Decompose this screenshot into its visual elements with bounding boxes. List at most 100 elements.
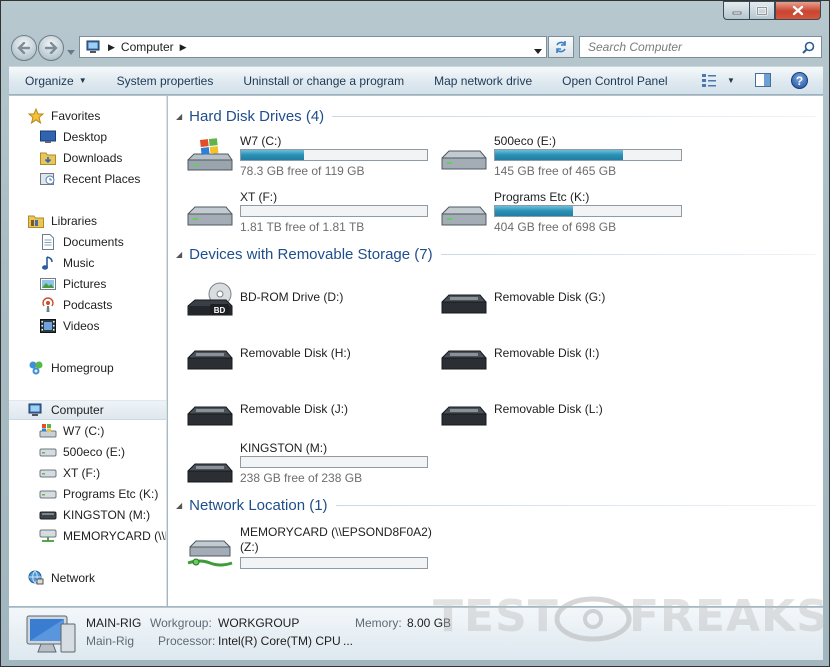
organize-menu[interactable]: Organize ▼ (17, 74, 95, 88)
nav-label: Libraries (51, 214, 98, 228)
nav-podcasts[interactable]: Podcasts (9, 295, 166, 315)
drive-tile-m[interactable]: KINGSTON (M:) 238 GB free of 238 GB (186, 441, 436, 493)
drive-tile-f[interactable]: XT (F:) 1.81 TB free of 1.81 TB (186, 190, 436, 242)
refresh-button[interactable] (548, 36, 574, 58)
drive-name: Removable Disk (I:) (494, 346, 600, 360)
chevron-down-icon (67, 50, 75, 55)
close-button[interactable] (775, 1, 821, 20)
removable-drive-icon (441, 294, 487, 314)
search-icon[interactable] (802, 41, 815, 54)
drive-tile-l[interactable]: Removable Disk (L:) (440, 390, 690, 442)
homegroup-icon (27, 360, 45, 376)
drive-name: Programs Etc (K:) (494, 190, 590, 204)
collapse-triangle-icon[interactable]: ◢ (176, 501, 182, 510)
group-title: Hard Disk Drives (4) (189, 107, 325, 125)
map-network-drive-button[interactable]: Map network drive (426, 74, 540, 88)
collapse-triangle-icon[interactable]: ◢ (176, 112, 182, 121)
search-box[interactable] (579, 36, 822, 58)
nav-network[interactable]: Network (9, 568, 166, 588)
nav-drive-f[interactable]: XT (F:) (9, 463, 166, 483)
nav-libraries[interactable]: Libraries (9, 211, 166, 231)
drive-tile-g[interactable]: Removable Disk (G:) (440, 278, 690, 330)
change-view-button[interactable]: ▼ (701, 73, 735, 87)
address-bar[interactable]: ▶ Computer ▶ (79, 36, 547, 58)
processor-value: Intel(R) Core(TM) CPU (218, 634, 341, 648)
drive-usage-fill (495, 206, 574, 216)
forward-button[interactable] (38, 35, 64, 61)
forward-arrow-icon (44, 42, 58, 54)
group-header-hdd[interactable]: ◢ Hard Disk Drives (4) (176, 106, 816, 126)
nav-pictures[interactable]: Pictures (9, 274, 166, 294)
preview-pane-button[interactable] (755, 73, 771, 90)
system-properties-button[interactable]: System properties (109, 74, 222, 88)
nav-music[interactable]: Music (9, 253, 166, 273)
address-history-dropdown[interactable] (534, 43, 542, 57)
breadcrumb-separator[interactable]: ▶ (180, 42, 187, 53)
maximize-button[interactable] (749, 1, 775, 20)
star-icon (27, 108, 45, 124)
drive-tile-j[interactable]: Removable Disk (J:) (186, 390, 436, 442)
drive-tile-h[interactable]: Removable Disk (H:) (186, 334, 436, 386)
drive-name-line2: (Z:) (240, 540, 259, 554)
memory-label: Memory: (355, 616, 402, 630)
nav-network-drive-z[interactable]: MEMORYCARD (\\E (9, 526, 166, 546)
memory-value: 8.00 GB (407, 616, 452, 630)
drive-tile-i[interactable]: Removable Disk (I:) (440, 334, 690, 386)
organize-label: Organize (25, 73, 74, 88)
drive-name: MEMORYCARD (\\EPSOND8F0A2) (240, 525, 432, 539)
drive-tile-c[interactable]: W7 (C:) 78.3 GB free of 119 GB (186, 134, 436, 186)
drive-usage-bar (494, 205, 682, 217)
back-button[interactable] (11, 35, 37, 61)
nav-label: Podcasts (63, 298, 113, 312)
recent-pages-dropdown[interactable] (67, 44, 75, 58)
nav-drive-c[interactable]: W7 (C:) (9, 421, 166, 441)
breadcrumb-computer[interactable]: Computer (121, 40, 174, 54)
drive-tile-z[interactable]: MEMORYCARD (\\EPSOND8F0A2) (Z:) (186, 525, 436, 577)
drive-tile-k[interactable]: Programs Etc (K:) 404 GB free of 698 GB (440, 190, 690, 242)
bd-rom-drive-icon: BD (187, 282, 233, 316)
caption-buttons (723, 1, 821, 20)
removable-drive-icon (441, 350, 487, 370)
minimize-button[interactable] (723, 1, 749, 20)
drive-free-space: 238 GB free of 238 GB (240, 471, 363, 485)
nav-videos[interactable]: Videos (9, 316, 166, 336)
drive-name: W7 (C:) (240, 134, 282, 148)
computer-icon (86, 40, 100, 53)
more-ellipsis[interactable]: ... (343, 634, 353, 648)
nav-computer[interactable]: Computer (9, 400, 166, 420)
nav-recent-places[interactable]: Recent Places (9, 169, 166, 189)
computer-name: MAIN-RIG (86, 616, 142, 630)
nav-homegroup[interactable]: Homegroup (9, 358, 166, 378)
nav-desktop[interactable]: Desktop (9, 127, 166, 147)
drive-tile-d[interactable]: BD BD-ROM Drive (D:) (186, 278, 436, 330)
nav-drive-k[interactable]: Programs Etc (K:) (9, 484, 166, 504)
group-header-network[interactable]: ◢ Network Location (1) (176, 495, 816, 515)
explorer-window: ▶ Computer ▶ Organize ▼ System properties… (0, 0, 830, 667)
nav-drive-e[interactable]: 500eco (E:) (9, 442, 166, 462)
hard-drive-icon (187, 206, 233, 226)
workgroup-label: Workgroup: (150, 616, 212, 630)
navigation-pane: Favorites Desktop Downloads Recent Place… (9, 96, 167, 606)
help-button[interactable]: ? (791, 72, 808, 89)
search-input[interactable] (588, 40, 798, 54)
breadcrumb-separator[interactable]: ▶ (108, 42, 115, 53)
group-header-removable[interactable]: ◢ Devices with Removable Storage (7) (176, 244, 816, 264)
windows-drive-icon (39, 423, 57, 439)
drive-name: XT (F:) (240, 190, 278, 204)
nav-documents[interactable]: Documents (9, 232, 166, 252)
libraries-icon (27, 213, 45, 229)
nav-drive-m[interactable]: KINGSTON (M:) (9, 505, 166, 525)
open-control-panel-button[interactable]: Open Control Panel (554, 74, 675, 88)
uninstall-program-button[interactable]: Uninstall or change a program (235, 74, 412, 88)
nav-label: Music (63, 256, 95, 270)
drive-usage-fill (241, 150, 305, 160)
nav-label: KINGSTON (M:) (63, 508, 151, 522)
nav-favorites[interactable]: Favorites (9, 106, 166, 126)
nav-downloads[interactable]: Downloads (9, 148, 166, 168)
drive-name: Removable Disk (H:) (240, 346, 351, 360)
downloads-folder-icon (39, 150, 57, 166)
drive-tile-e[interactable]: 500eco (E:) 145 GB free of 465 GB (440, 134, 690, 186)
refresh-icon (556, 41, 566, 53)
nav-label: Favorites (51, 109, 101, 123)
collapse-triangle-icon[interactable]: ◢ (176, 250, 182, 259)
